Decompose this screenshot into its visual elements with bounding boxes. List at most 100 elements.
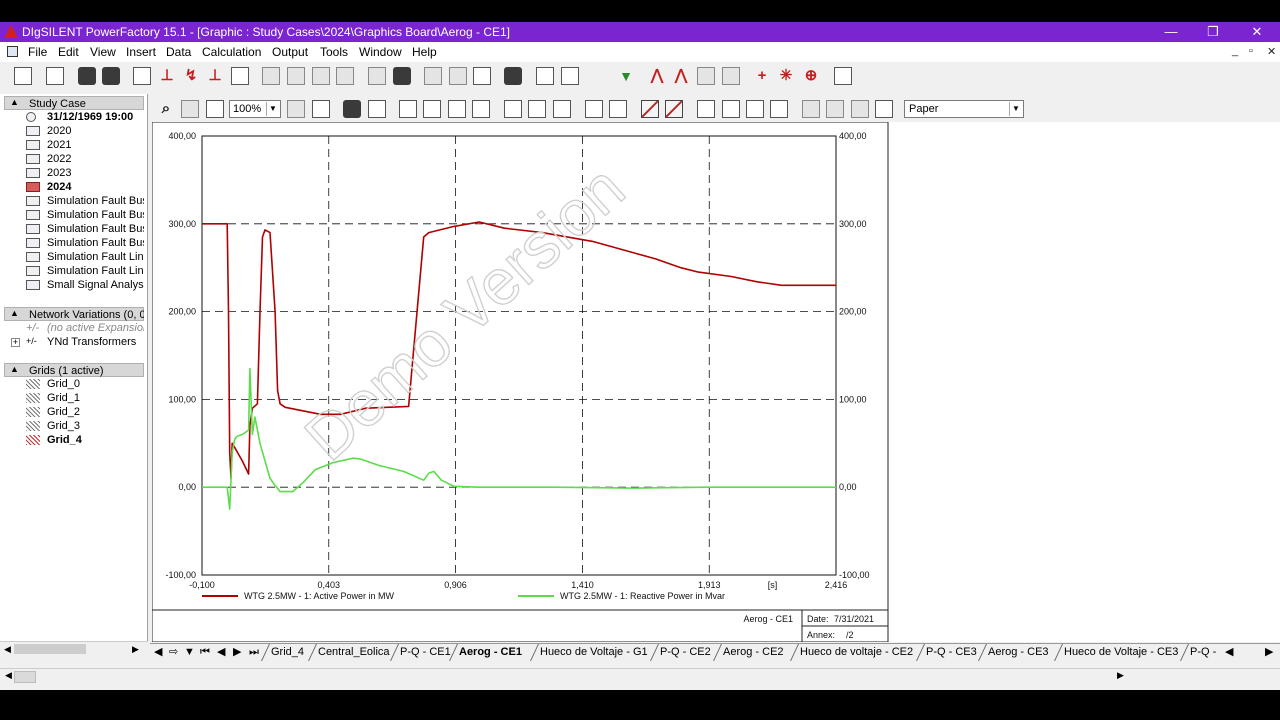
reliability-icon[interactable]	[336, 67, 354, 85]
menu-file[interactable]: File	[28, 45, 47, 59]
pan-icon[interactable]	[287, 100, 305, 118]
select-icon[interactable]	[312, 100, 330, 118]
open-folder-icon[interactable]	[448, 100, 466, 118]
tree-item-study-case[interactable]: Simulation Fault Bus 3	[26, 236, 144, 250]
tree-item-grid[interactable]: Grid_3	[26, 419, 144, 433]
zoom-area-icon[interactable]	[449, 67, 467, 85]
tab-graphic-page[interactable]: P-Q - CE2	[660, 646, 711, 658]
cursor-icon[interactable]	[802, 100, 820, 118]
tab-graphic-page[interactable]: Aerog - CE3	[988, 646, 1049, 658]
main-horizontal-scrollbar[interactable]: ◀ ▶	[0, 668, 1280, 685]
tab-start-icon[interactable]: ⏮	[200, 645, 210, 659]
zoom-level-select[interactable]: 100% ▼	[229, 100, 281, 118]
tabs-scroll-right-icon[interactable]: ▶	[1265, 645, 1273, 659]
mdi-close-button[interactable]: ✕	[1267, 45, 1276, 58]
scroll-right-icon[interactable]: ▶	[1117, 670, 1124, 681]
tree-item-study-case[interactable]: 2024	[26, 180, 144, 194]
plot-options-icon[interactable]	[834, 67, 852, 85]
variation-icon[interactable]	[368, 67, 386, 85]
scroll-left-icon[interactable]: ◀	[4, 642, 11, 656]
script-icon[interactable]	[504, 67, 522, 85]
menu-tools[interactable]: Tools	[320, 45, 348, 59]
load-flow-icon[interactable]	[78, 67, 96, 85]
zoom-all-icon[interactable]	[206, 100, 224, 118]
title-bar[interactable]: DIgSILENT PowerFactory 15.1 - [Graphic :…	[0, 22, 1280, 42]
copy-page-icon[interactable]	[423, 100, 441, 118]
simulation-plot[interactable]: 400,00 400,00 300,00 300,00 200,00 200,00 100,…	[152, 122, 1280, 642]
collapse-triangle-icon[interactable]: ▲	[10, 364, 19, 374]
scroll-left-icon[interactable]: ◀	[5, 670, 12, 681]
menu-window[interactable]: Window	[359, 45, 402, 59]
edit-simulation-events-icon[interactable]	[231, 67, 249, 85]
insert-plot-icon[interactable]: ✳	[777, 67, 795, 85]
plot-chart-2-icon[interactable]	[665, 100, 683, 118]
expand-plus-icon[interactable]: +	[11, 338, 20, 347]
page-setup-icon[interactable]	[368, 100, 386, 118]
tab-next-icon[interactable]: ▶	[233, 645, 241, 659]
cursor-2-icon[interactable]	[826, 100, 844, 118]
plot-chart-icon[interactable]	[641, 100, 659, 118]
tree-item-grid[interactable]: Grid_0	[26, 377, 144, 391]
scale-x-icon[interactable]	[746, 100, 764, 118]
contingency-icon[interactable]	[312, 67, 330, 85]
edit-relevant-objects-icon[interactable]	[46, 67, 64, 85]
tree-item-study-case[interactable]: Simulation Fault Bus 1	[26, 208, 144, 222]
short-circuit-icon[interactable]	[102, 67, 120, 85]
tree-item-study-case[interactable]: Simulation Fault Line 2	[26, 264, 144, 278]
restore-button[interactable]: ❐	[1195, 23, 1231, 41]
frame-icon[interactable]	[536, 67, 554, 85]
tab-graphic-page[interactable]: Central_Eolica	[318, 646, 390, 658]
zoom-plot-icon[interactable]: ⊕	[802, 67, 820, 85]
tree-item-grid[interactable]: Grid_2	[26, 405, 144, 419]
distribute-icon[interactable]	[609, 100, 627, 118]
dropdown-arrow-icon[interactable]: ▼	[617, 67, 635, 85]
tab-graphic-page[interactable]: Grid_4	[271, 646, 304, 658]
data-manager-icon[interactable]	[14, 67, 32, 85]
curve-2-icon[interactable]: ⋀	[672, 67, 690, 85]
tab-graphic-page[interactable]: Hueco de voltaje - CE2	[800, 646, 913, 658]
scale-y-icon[interactable]	[770, 100, 788, 118]
minimize-button[interactable]: —	[1153, 23, 1189, 41]
start-simulation-icon[interactable]: ↯	[182, 67, 200, 85]
picture-icon[interactable]	[528, 100, 546, 118]
hand-icon[interactable]	[424, 67, 442, 85]
tab-graphic-page[interactable]: Aerog - CE1	[459, 646, 522, 658]
tab-graphic-page[interactable]: Aerog - CE2	[723, 646, 784, 658]
harmonics-icon[interactable]	[287, 67, 305, 85]
tab-end-icon[interactable]: ⏭	[249, 645, 259, 659]
align-y-icon[interactable]	[722, 100, 740, 118]
curve-3-icon[interactable]	[697, 67, 715, 85]
tab-list-icon[interactable]: ▼	[184, 645, 195, 659]
tree-horizontal-scrollbar[interactable]: ◀ ▶	[0, 641, 148, 655]
paper-select[interactable]: Paper ▼	[904, 100, 1024, 118]
tab-graphic-page[interactable]: Hueco de Voltaje - G1	[540, 646, 648, 658]
print-icon[interactable]	[343, 100, 361, 118]
collapse-triangle-icon[interactable]: ▲	[10, 97, 19, 107]
tree-item-grid[interactable]: Grid_1	[26, 391, 144, 405]
cursor-3-icon[interactable]	[851, 100, 869, 118]
menu-data[interactable]: Data	[166, 45, 191, 59]
initial-conditions-icon[interactable]: ⊥	[158, 67, 176, 85]
tree-item-study-case[interactable]: Small Signal Analysis	[26, 278, 144, 292]
export-icon[interactable]	[472, 100, 490, 118]
grids-group-header[interactable]: ▲ Grids (1 active)	[4, 363, 144, 377]
tree-item-study-case[interactable]: 2020	[26, 124, 144, 138]
align-x-icon[interactable]	[697, 100, 715, 118]
tree-item-no-active-expansion[interactable]: +/- (no active Expansion	[26, 321, 144, 335]
add-curve-icon[interactable]: +	[753, 67, 771, 85]
document-menu-icon[interactable]	[7, 46, 18, 57]
curve-icon[interactable]: ⋀	[648, 67, 666, 85]
chevron-down-icon[interactable]: ▼	[266, 102, 279, 116]
tab-graphic-page[interactable]: P-Q - CE3	[926, 646, 977, 658]
tree-item-study-case[interactable]: 31/12/1969 19:00	[26, 110, 144, 124]
scroll-right-icon[interactable]: ▶	[132, 642, 139, 656]
tab-graphic-page[interactable]: Hueco de Voltaje - CE3	[1064, 646, 1178, 658]
tree-item-ynd-transformers[interactable]: +/- YNd Transformers	[26, 335, 144, 349]
tabs-scroll-left-icon[interactable]: ◀	[1225, 645, 1233, 659]
report-icon[interactable]	[561, 67, 579, 85]
menu-view[interactable]: View	[90, 45, 116, 59]
operation-scenario-icon[interactable]	[393, 67, 411, 85]
tree-item-study-case[interactable]: Simulation Fault Line 2	[26, 250, 144, 264]
scroll-thumb[interactable]	[14, 644, 86, 654]
tab-first-icon[interactable]: ◀	[154, 645, 162, 659]
